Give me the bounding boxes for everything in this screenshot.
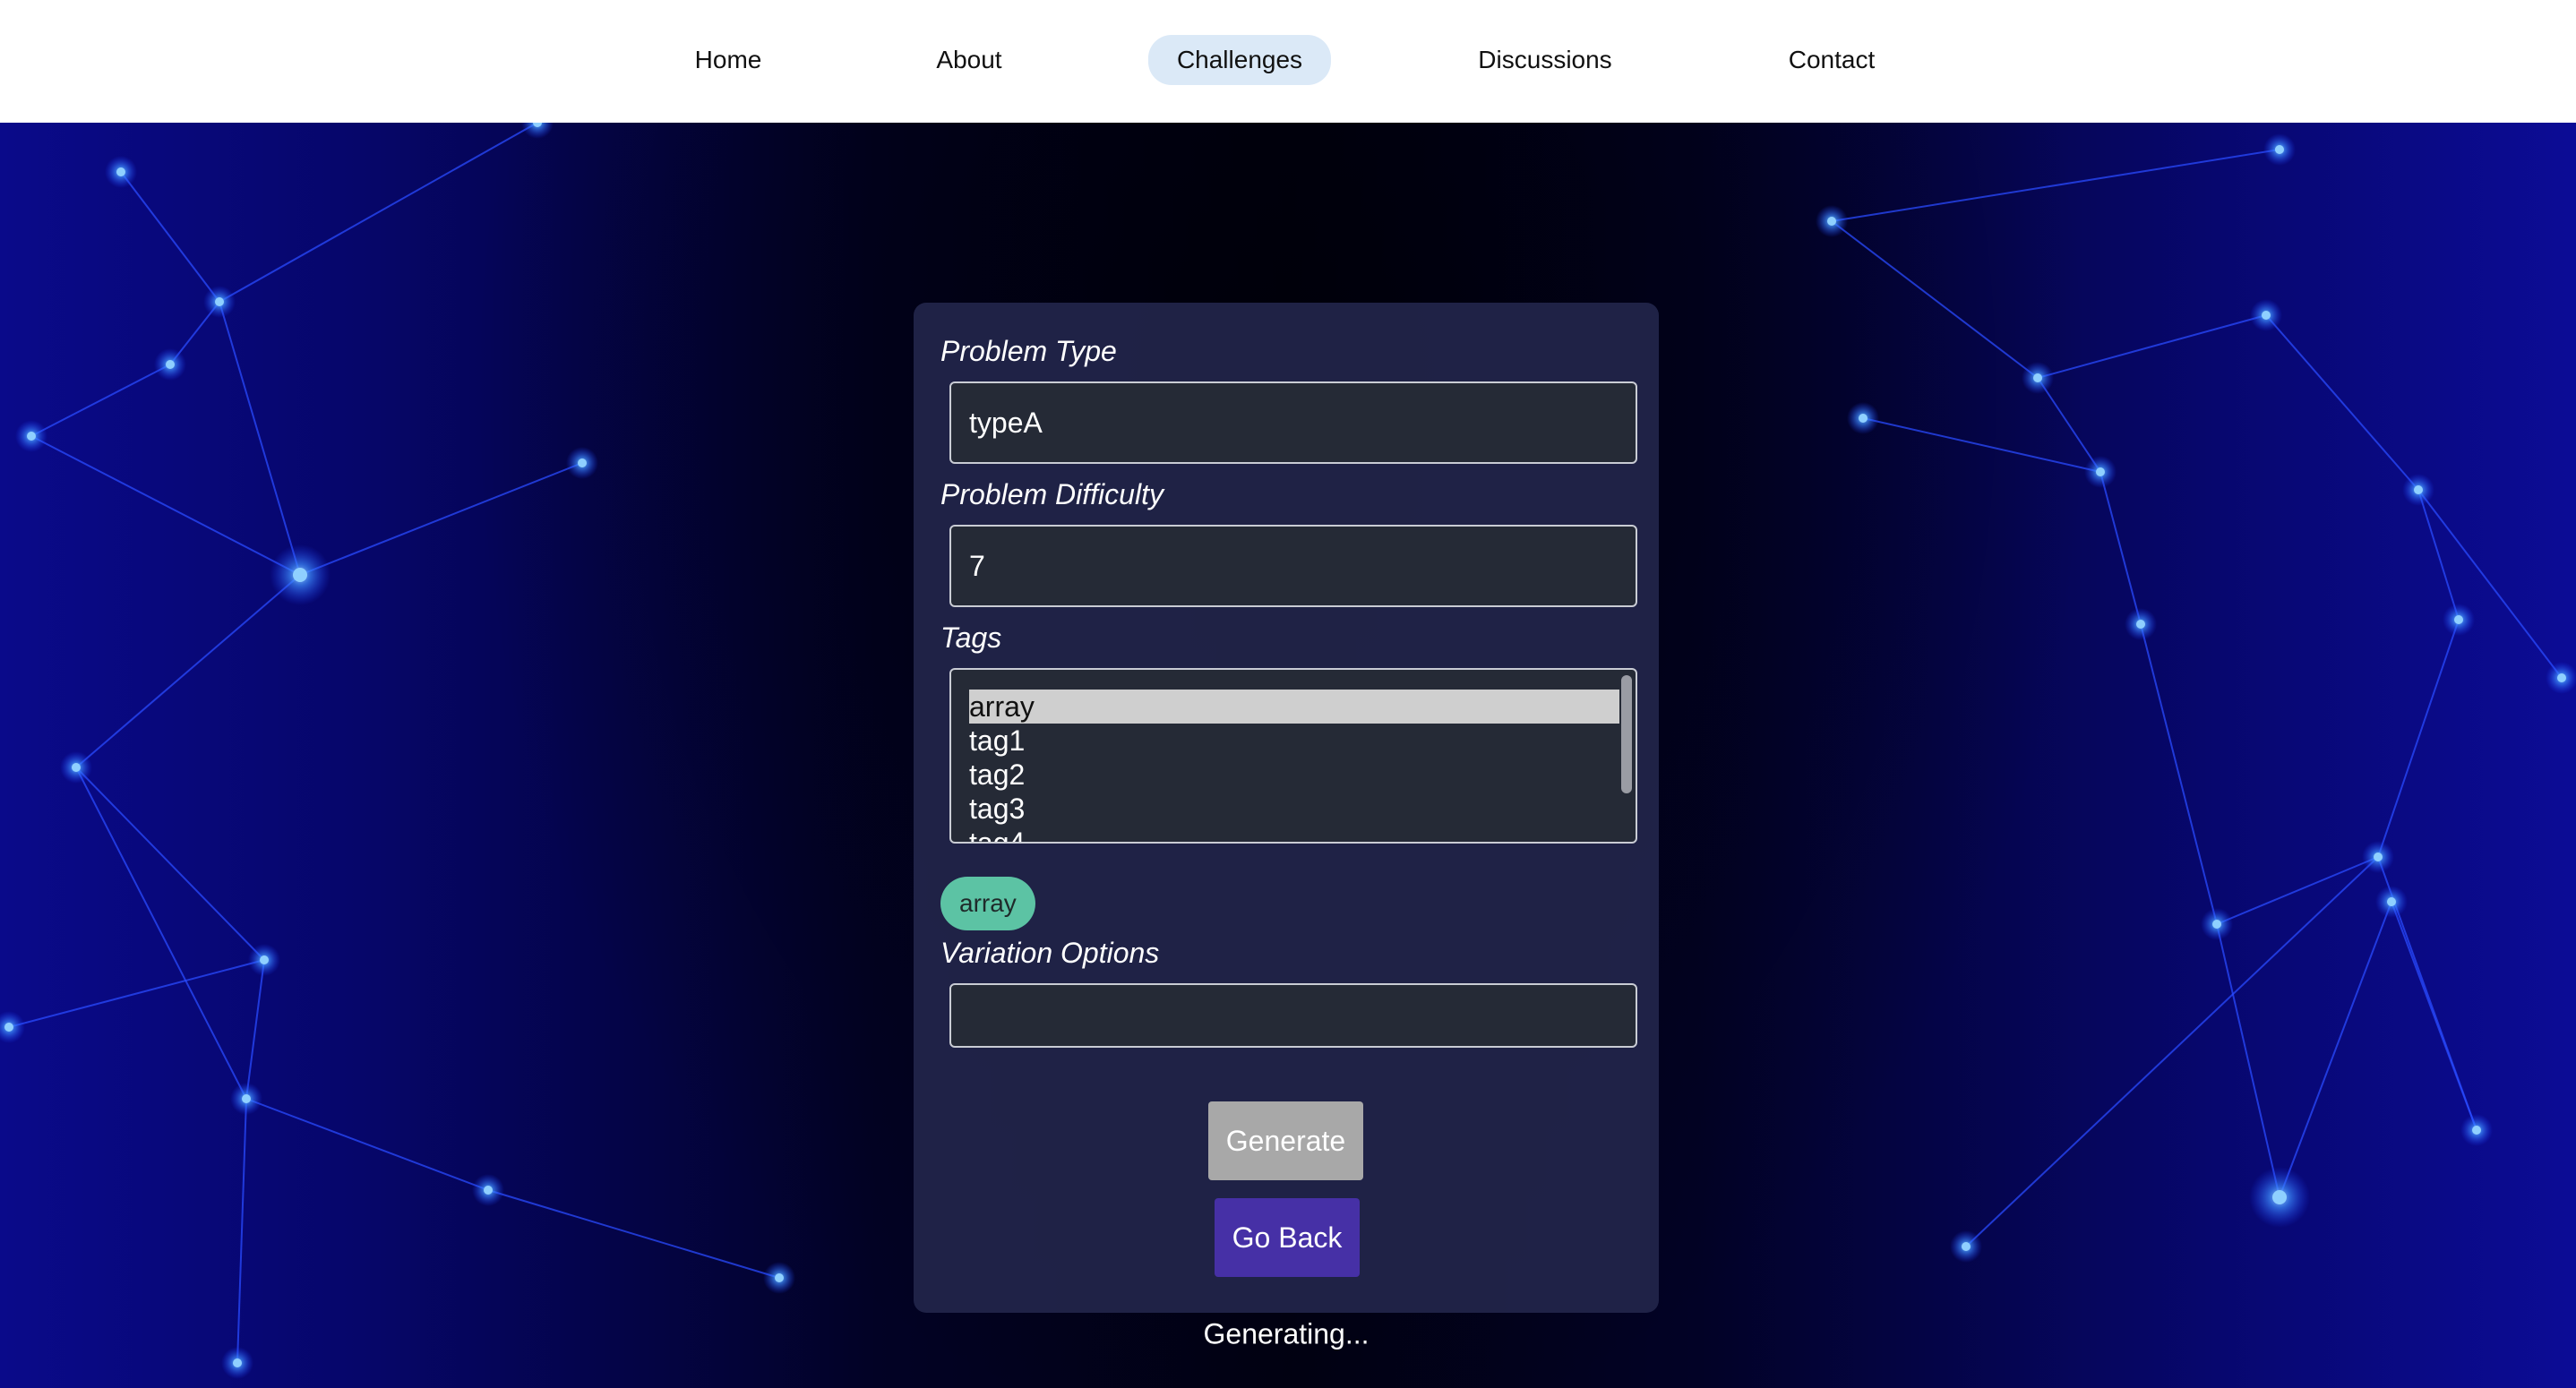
nav-home[interactable]: Home — [666, 35, 791, 85]
top-navbar: Home About Challenges Discussions Contac… — [0, 0, 2576, 123]
tags-scrollbar[interactable] — [1621, 675, 1632, 793]
network-line — [1831, 220, 2039, 379]
network-line — [2265, 314, 2419, 491]
tag-option[interactable]: array — [969, 690, 1619, 724]
status-text: Generating... — [1203, 1317, 1370, 1350]
network-line — [1965, 856, 2379, 1247]
tags-multiselect[interactable]: array tag1 tag2 tag3 tag4 — [949, 668, 1637, 844]
network-line — [75, 767, 265, 961]
network-line — [2391, 901, 2477, 1131]
selected-tag-chip[interactable]: array — [940, 877, 1035, 930]
network-line — [2216, 856, 2379, 925]
network-node — [260, 955, 269, 964]
problem-type-label: Problem Type — [940, 335, 1117, 367]
nav-discussions[interactable]: Discussions — [1449, 35, 1640, 85]
network-node — [166, 360, 175, 369]
network-node — [2212, 920, 2221, 929]
network-node — [242, 1094, 251, 1103]
network-node — [2374, 853, 2383, 861]
network-node — [233, 1358, 242, 1367]
network-line — [2417, 489, 2460, 621]
network-node — [2387, 897, 2396, 906]
network-node — [293, 568, 307, 582]
problem-type-select[interactable]: typeA — [949, 381, 1637, 464]
variation-options-input[interactable] — [949, 983, 1637, 1048]
nav-about[interactable]: About — [907, 35, 1030, 85]
nav-contact[interactable]: Contact — [1760, 35, 1904, 85]
network-line — [299, 462, 583, 576]
network-node — [2272, 1190, 2287, 1204]
problem-difficulty-input[interactable]: 7 — [949, 525, 1637, 607]
tags-label: Tags — [940, 621, 1002, 654]
network-node — [72, 763, 81, 772]
go-back-button[interactable]: Go Back — [1215, 1198, 1360, 1277]
network-line — [219, 301, 301, 576]
network-line — [2037, 377, 2101, 473]
network-node — [2033, 373, 2042, 382]
network-line — [1862, 417, 2101, 473]
network-node — [1962, 1242, 1971, 1251]
network-line — [2279, 901, 2392, 1198]
nav-challenges[interactable]: Challenges — [1147, 35, 1332, 85]
network-line — [245, 1098, 489, 1191]
network-node — [1827, 217, 1836, 226]
tag-option[interactable]: tag3 — [969, 792, 1619, 826]
network-line — [30, 364, 171, 437]
generate-button[interactable]: Generate — [1208, 1101, 1363, 1180]
network-line — [2377, 619, 2460, 858]
network-line — [487, 1189, 780, 1279]
network-node — [215, 297, 224, 306]
tag-option[interactable]: tag1 — [969, 724, 1619, 758]
network-line — [2037, 314, 2267, 379]
network-node — [2275, 145, 2284, 154]
network-line — [75, 574, 301, 768]
network-line — [245, 959, 265, 1100]
network-node — [1859, 414, 1868, 423]
problem-difficulty-label: Problem Difficulty — [940, 478, 1163, 510]
network-line — [236, 1098, 247, 1364]
network-line — [1831, 149, 2280, 222]
network-node — [2096, 467, 2105, 476]
network-line — [30, 435, 301, 576]
network-line — [2216, 923, 2280, 1198]
network-node — [775, 1273, 784, 1282]
network-node — [484, 1186, 493, 1195]
network-line — [2099, 471, 2142, 625]
network-line — [2417, 489, 2563, 679]
network-line — [219, 123, 538, 303]
network-line — [8, 959, 265, 1028]
network-node — [2557, 673, 2566, 682]
variation-options-label: Variation Options — [940, 937, 1160, 969]
network-node — [4, 1023, 13, 1032]
network-line — [2140, 623, 2218, 925]
network-node — [2414, 485, 2423, 494]
network-node — [578, 458, 587, 467]
network-line — [120, 171, 220, 303]
network-node — [2136, 620, 2145, 629]
generate-form-card: Problem Type typeA Problem Difficulty 7 … — [914, 303, 1659, 1313]
network-node — [2472, 1126, 2481, 1135]
tag-option[interactable]: tag4 — [969, 826, 1619, 842]
network-node — [27, 432, 36, 441]
network-node — [2262, 311, 2271, 320]
network-node — [116, 167, 125, 176]
network-node — [2454, 615, 2463, 624]
network-line — [75, 767, 247, 1100]
tag-option[interactable]: tag2 — [969, 758, 1619, 792]
